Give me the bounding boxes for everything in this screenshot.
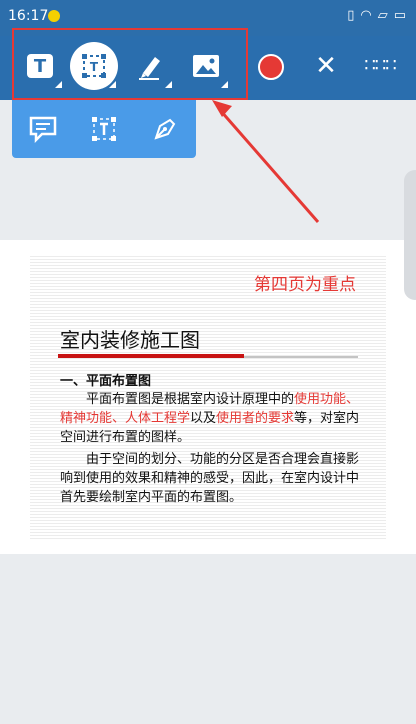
emphasis-note: 第四页为重点: [254, 275, 356, 295]
vibrate-icon: ▯: [347, 8, 355, 23]
paragraph-1: 平面布置图是根据室内设计原理中的使用功能、精神功能、人体工程学以及使用者的要求等…: [60, 390, 360, 447]
signature-tool-button[interactable]: [143, 107, 187, 151]
sim-icon: ▱: [377, 8, 388, 23]
document-page: 第四页为重点 室内装修施工图 一、平面布置图 平面布置图是根据室内设计原理中的使…: [0, 240, 416, 554]
title-underline-accent: [58, 354, 244, 358]
textbox-insert-button[interactable]: [82, 107, 126, 151]
record-button[interactable]: [258, 54, 284, 80]
para1-s0: 平面布置图是根据室内设计原理中的: [86, 392, 295, 407]
slide-title: 室内装修施工图: [60, 328, 200, 352]
text-tool-submenu: [12, 100, 196, 158]
para2-text: 由于空间的划分、功能的分区是否合理会直接影响到使用的效果和精神的感受，因此，在室…: [60, 452, 360, 505]
status-time: 16:17: [8, 8, 49, 24]
slide-content: 第四页为重点 室内装修施工图 一、平面布置图 平面布置图是根据室内设计原理中的使…: [30, 254, 386, 540]
comment-tool-button[interactable]: [21, 107, 65, 151]
fountain-pen-icon: [154, 118, 176, 140]
section-heading: 一、平面布置图: [60, 374, 152, 389]
more-options-icon[interactable]: ∷∷∷: [364, 56, 396, 76]
wifi-icon: ◠: [360, 8, 372, 23]
para1-s2: 以及: [190, 411, 217, 426]
textbox-icon: [91, 117, 116, 141]
para1-s3: 使用者的要求: [216, 411, 295, 426]
status-icons: ▯ ◠ ▱ ▭: [347, 8, 406, 23]
scroll-handle[interactable]: [404, 170, 416, 300]
close-icon[interactable]: ✕: [312, 52, 340, 80]
comment-icon: [29, 116, 56, 143]
paragraph-2: 由于空间的划分、功能的分区是否合理会直接影响到使用的效果和精神的感受，因此，在室…: [60, 450, 360, 507]
battery-icon: ▭: [393, 8, 406, 23]
highlight-box: [12, 28, 248, 100]
notification-icon: [48, 10, 60, 22]
